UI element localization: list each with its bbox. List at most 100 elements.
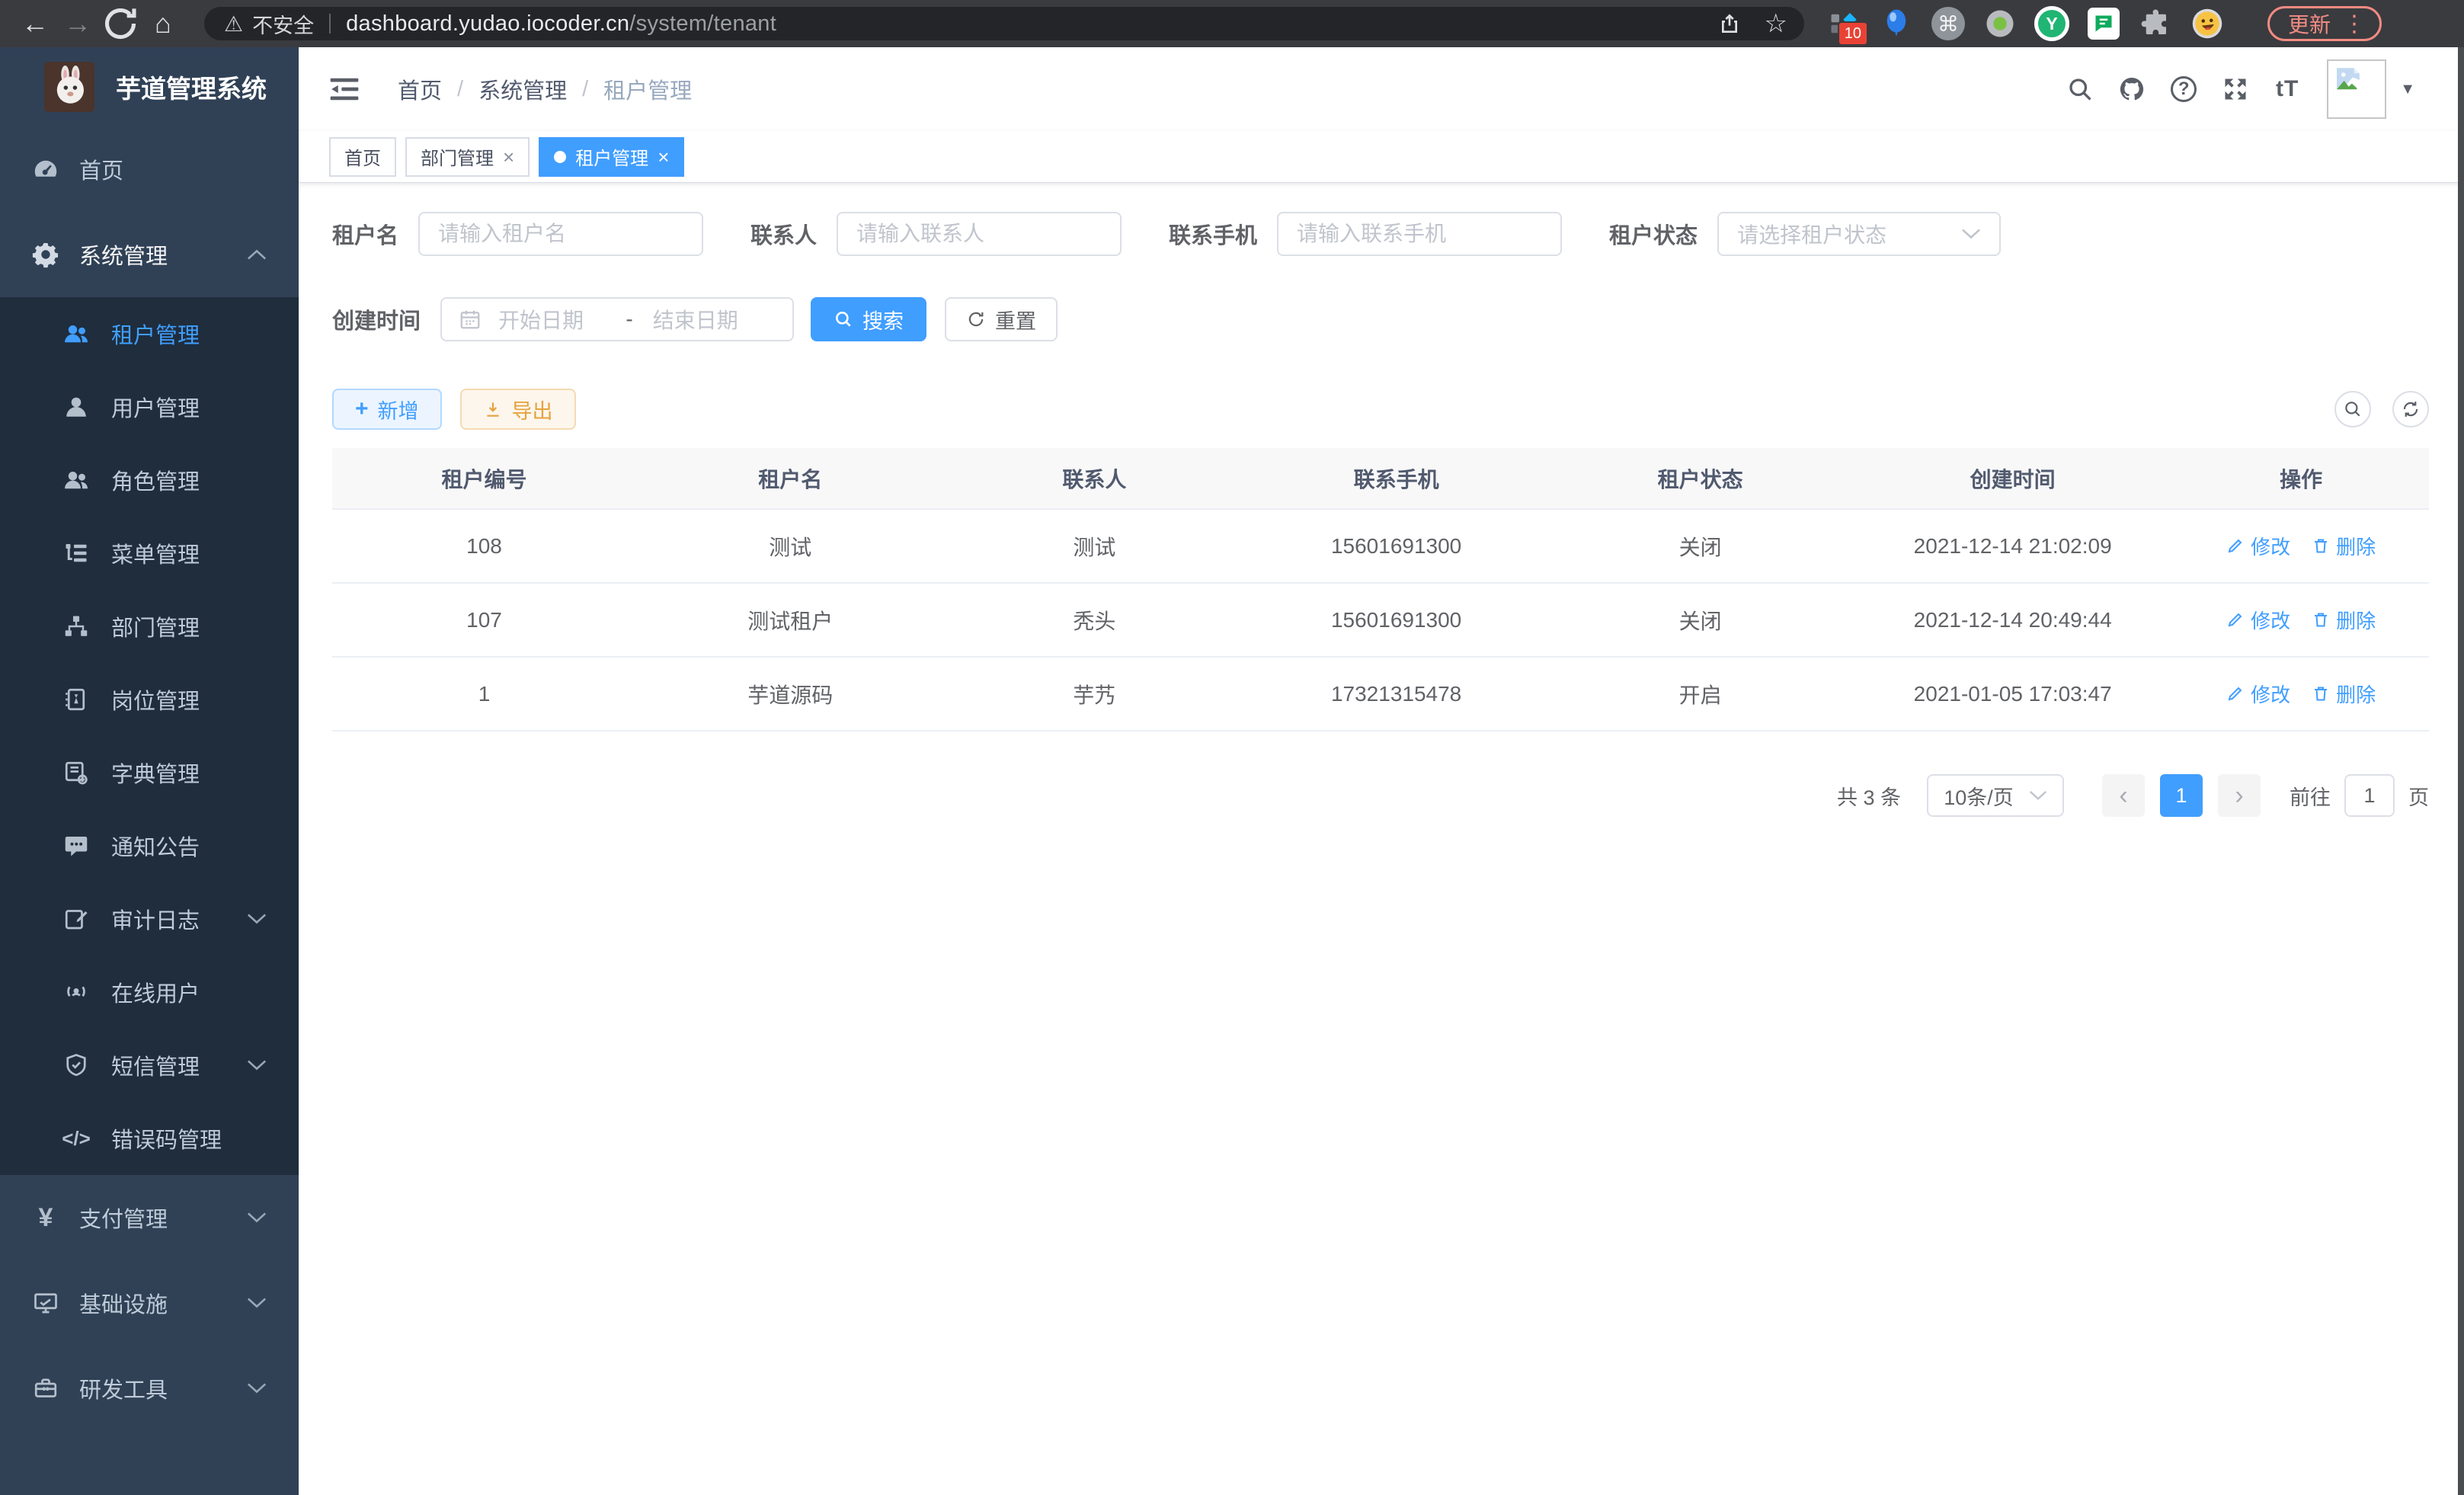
search-icon — [2343, 399, 2363, 419]
sidebar-item-user[interactable]: 用户管理 — [0, 370, 299, 443]
col-tenant-name: 租户名 — [636, 448, 945, 509]
avatar[interactable] — [2327, 59, 2386, 119]
close-icon[interactable]: × — [658, 147, 669, 167]
sidebar-item-notice[interactable]: 通知公告 — [0, 809, 299, 882]
page-size-select[interactable]: 10条/页 — [1927, 774, 2064, 817]
create-time-label: 创建时间 — [332, 303, 421, 335]
goto-page-input[interactable] — [2344, 774, 2395, 817]
breadcrumb-system[interactable]: 系统管理 — [478, 73, 567, 105]
range-separator: - — [626, 307, 632, 331]
tab-home[interactable]: 首页 — [329, 137, 396, 177]
sidebar-item-label: 部门管理 — [111, 610, 200, 642]
sidebar-item-label: 通知公告 — [111, 830, 200, 862]
post-badge-icon — [61, 684, 91, 715]
table-row: 107 测试租户 秃头 15601691300 关闭 2021-12-14 20… — [332, 583, 2429, 657]
sidebar-item-error-code[interactable]: </> 错误码管理 — [0, 1102, 299, 1175]
delete-link[interactable]: 删除 — [2312, 680, 2376, 708]
delete-link[interactable]: 删除 — [2312, 532, 2376, 560]
table-row: 1 芋道源码 芋艿 17321315478 开启 2021-01-05 17:0… — [332, 657, 2429, 731]
extension-command-icon[interactable]: ⌘ — [1931, 6, 1966, 41]
search-button[interactable]: 搜索 — [811, 297, 926, 341]
prev-page-button[interactable]: ‹ — [2102, 774, 2145, 817]
close-icon[interactable]: × — [503, 147, 514, 167]
page-content: 租户名 联系人 联系手机 租户状态 请选择租户状态 — [299, 183, 2464, 1495]
sidebar-item-menu[interactable]: 菜单管理 — [0, 517, 299, 590]
search-icon[interactable] — [2054, 72, 2106, 106]
sidebar-fold-icon[interactable] — [328, 72, 361, 106]
mobile-label: 联系手机 — [1169, 218, 1257, 250]
browser-menu-icon[interactable]: ⋮ — [2343, 11, 2366, 37]
extension-y-icon[interactable]: Y — [2034, 6, 2069, 41]
sidebar-item-dict[interactable]: 字典管理 — [0, 736, 299, 809]
reload-icon[interactable] — [99, 7, 142, 40]
profile-avatar-icon[interactable] — [2190, 6, 2225, 41]
sidebar-item-tenant[interactable]: 租户管理 — [0, 297, 299, 370]
extension-puzzle-icon[interactable] — [2138, 6, 2173, 41]
window-edge — [2458, 47, 2464, 1495]
sidebar-item-infrastructure[interactable]: 基础设施 — [0, 1260, 299, 1346]
app-logo[interactable]: 芋道管理系统 — [0, 47, 299, 126]
contact-input[interactable] — [837, 212, 1122, 256]
sidebar-item-dept[interactable]: 部门管理 — [0, 590, 299, 663]
toggle-search-button[interactable] — [2334, 391, 2371, 427]
sidebar-item-label: 岗位管理 — [111, 683, 200, 715]
edit-link[interactable]: 修改 — [2226, 606, 2290, 634]
refresh-table-button[interactable] — [2392, 391, 2429, 427]
next-page-button[interactable]: › — [2218, 774, 2261, 817]
sidebar-item-online-user[interactable]: 在线用户 — [0, 956, 299, 1029]
help-icon[interactable]: ? — [2158, 72, 2210, 106]
col-status: 租户状态 — [1548, 448, 1852, 509]
edit-pen-icon — [2226, 536, 2245, 555]
edit-link[interactable]: 修改 — [2226, 532, 2290, 560]
filter-form: 租户名 联系人 联系手机 租户状态 请选择租户状态 — [299, 183, 2464, 341]
extension-chat-icon[interactable] — [2086, 6, 2121, 41]
sidebar-item-role[interactable]: 角色管理 — [0, 443, 299, 517]
caret-down-icon[interactable]: ▼ — [2400, 81, 2415, 98]
create-time-range-picker[interactable]: 开始日期 - 结束日期 — [440, 297, 794, 341]
fullscreen-icon[interactable] — [2210, 72, 2261, 106]
github-icon[interactable] — [2106, 72, 2158, 106]
export-button[interactable]: 导出 — [460, 389, 576, 430]
sidebar-item-audit-log[interactable]: 审计日志 — [0, 882, 299, 956]
extension-diamond-icon[interactable]: 10 — [1827, 6, 1862, 41]
main-header: 首页 / 系统管理 / 租户管理 ? tT — [299, 47, 2464, 131]
extension-balloon-icon[interactable] — [1879, 6, 1914, 41]
cell-tenant-id: 1 — [332, 657, 636, 731]
forward-icon[interactable]: → — [56, 7, 99, 40]
sidebar-item-post[interactable]: 岗位管理 — [0, 663, 299, 736]
cell-tenant-name: 芋道源码 — [636, 657, 945, 731]
tenant-name-input[interactable] — [418, 212, 703, 256]
reset-button[interactable]: 重置 — [945, 297, 1058, 341]
end-date-placeholder: 结束日期 — [653, 304, 776, 335]
tenant-table: 租户编号 租户名 联系人 联系手机 租户状态 创建时间 操作 108 测试 — [332, 448, 2429, 731]
mobile-input[interactable] — [1277, 212, 1562, 256]
cell-actions: 修改删除 — [2173, 657, 2429, 731]
sidebar-item-sms[interactable]: 短信管理 — [0, 1029, 299, 1102]
sidebar: 芋道管理系统 首页 系统管理 — [0, 47, 299, 1495]
back-icon[interactable]: ← — [14, 7, 56, 40]
tab-tenant[interactable]: 租户管理 × — [539, 137, 684, 177]
cell-contact: 秃头 — [945, 583, 1245, 657]
divider — [329, 14, 331, 34]
sidebar-item-label: 短信管理 — [111, 1049, 200, 1081]
browser-update-button[interactable]: 更新 ⋮ — [2267, 6, 2382, 41]
sidebar-item-label: 错误码管理 — [111, 1122, 222, 1154]
edit-link[interactable]: 修改 — [2226, 680, 2290, 708]
address-bar[interactable]: ⚠ 不安全 dashboard.yudao.iocoder.cn/system/… — [204, 7, 1804, 40]
home-icon[interactable]: ⌂ — [142, 7, 184, 40]
sidebar-item-dev-tools[interactable]: 研发工具 — [0, 1346, 299, 1431]
sidebar-item-payment[interactable]: ¥ 支付管理 — [0, 1175, 299, 1260]
share-icon[interactable] — [1717, 11, 1742, 36]
sidebar-item-system[interactable]: 系统管理 — [0, 212, 299, 297]
status-select[interactable]: 请选择租户状态 — [1717, 212, 2001, 256]
delete-link[interactable]: 删除 — [2312, 606, 2376, 634]
bookmark-star-icon[interactable]: ☆ — [1765, 11, 1787, 37]
sidebar-item-home[interactable]: 首页 — [0, 126, 299, 212]
current-page-button[interactable]: 1 — [2160, 774, 2203, 817]
tab-dept[interactable]: 部门管理 × — [405, 137, 530, 177]
sidebar-item-label: 审计日志 — [111, 903, 200, 935]
add-button[interactable]: + 新增 — [332, 389, 442, 430]
extension-green-dot-icon[interactable] — [1982, 6, 2018, 41]
breadcrumb-home[interactable]: 首页 — [398, 73, 442, 105]
font-size-icon[interactable]: tT — [2261, 72, 2313, 106]
